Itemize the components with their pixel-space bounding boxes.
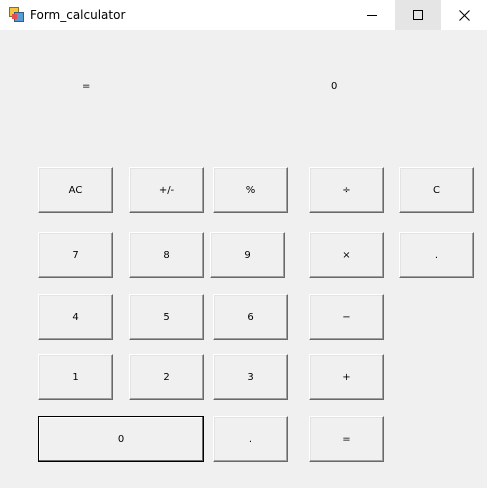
window-title: Form_calculator bbox=[30, 8, 126, 22]
divide-button[interactable]: ÷ bbox=[309, 167, 384, 213]
maximize-icon bbox=[413, 10, 423, 20]
digit-0-button[interactable]: 0 bbox=[38, 416, 204, 462]
close-button[interactable] bbox=[441, 0, 487, 30]
percent-button[interactable]: % bbox=[213, 167, 288, 213]
digit-4-button[interactable]: 4 bbox=[38, 294, 113, 340]
calculator-form: = 0 AC +/- % ÷ C 7 8 9 × . 4 5 6 − 1 2 3… bbox=[0, 30, 487, 488]
equals-button[interactable]: = bbox=[309, 416, 384, 462]
ac-button[interactable]: AC bbox=[38, 167, 113, 213]
minimize-button[interactable] bbox=[349, 0, 395, 30]
digit-7-button[interactable]: 7 bbox=[38, 232, 113, 278]
decimal-button-right[interactable]: . bbox=[399, 232, 474, 278]
digit-1-button[interactable]: 1 bbox=[38, 354, 113, 400]
sign-toggle-button[interactable]: +/- bbox=[129, 167, 204, 213]
digit-3-button[interactable]: 3 bbox=[213, 354, 288, 400]
digit-5-button[interactable]: 5 bbox=[129, 294, 204, 340]
add-button[interactable]: + bbox=[309, 354, 384, 400]
maximize-button[interactable] bbox=[395, 0, 441, 30]
operator-label: = bbox=[82, 81, 91, 92]
subtract-button[interactable]: − bbox=[309, 294, 384, 340]
result-display: 0 bbox=[331, 81, 338, 92]
digit-8-button[interactable]: 8 bbox=[129, 232, 204, 278]
title-bar: Form_calculator bbox=[0, 0, 487, 30]
digit-6-button[interactable]: 6 bbox=[213, 294, 288, 340]
app-icon bbox=[9, 7, 24, 22]
decimal-button[interactable]: . bbox=[213, 416, 288, 462]
multiply-button[interactable]: × bbox=[309, 232, 384, 278]
clear-button[interactable]: C bbox=[399, 167, 474, 213]
close-icon bbox=[458, 9, 470, 21]
digit-9-button[interactable]: 9 bbox=[210, 232, 285, 278]
digit-2-button[interactable]: 2 bbox=[129, 354, 204, 400]
minimize-icon bbox=[367, 15, 377, 16]
